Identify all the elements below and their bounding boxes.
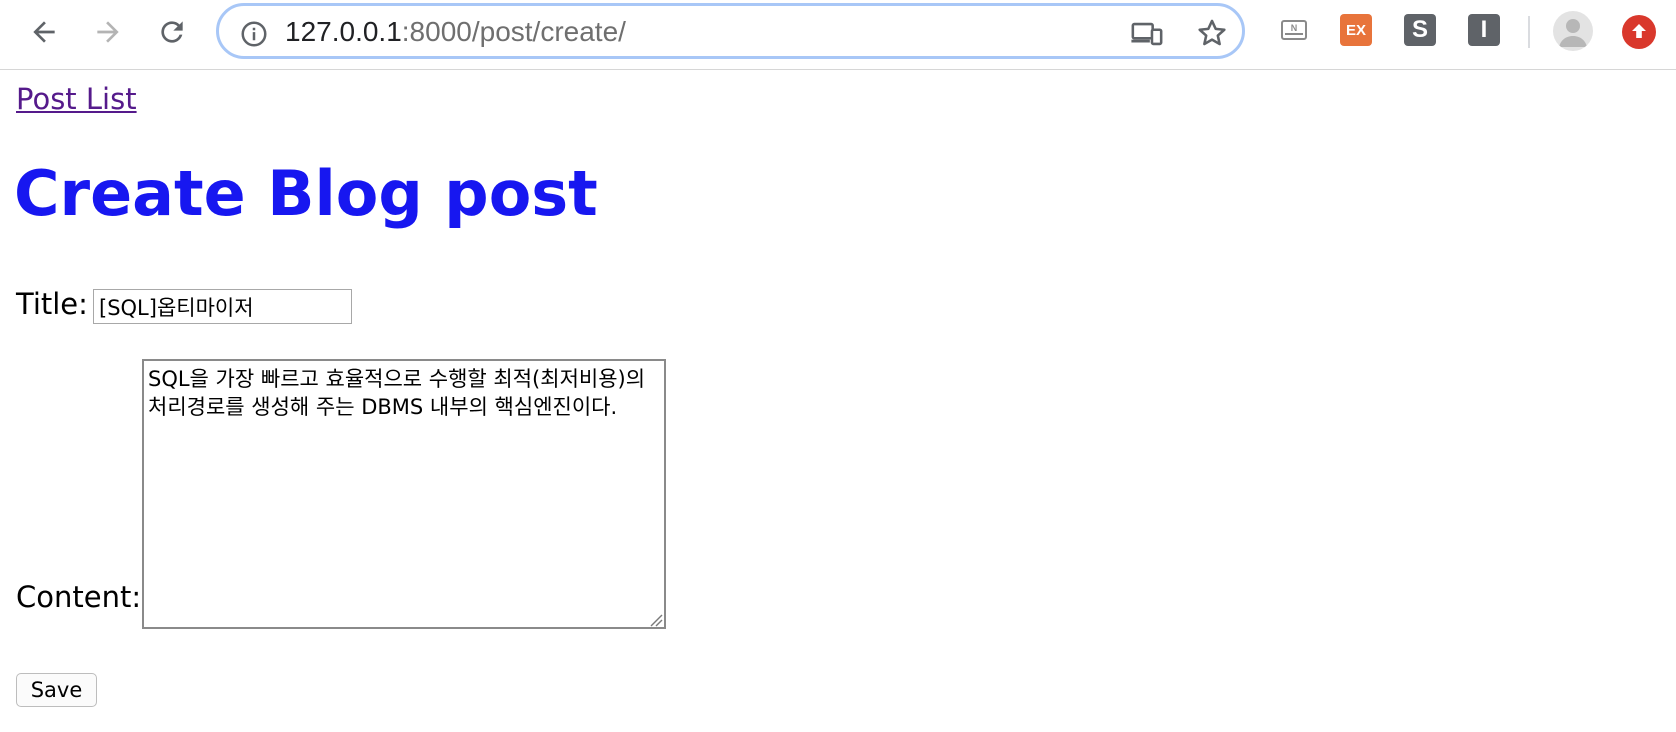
svg-text:N: N	[1291, 23, 1298, 33]
title-input[interactable]	[93, 289, 352, 324]
naver-extension-button[interactable]: N	[1278, 14, 1310, 46]
ex-extension-icon: EX	[1340, 14, 1372, 46]
save-button[interactable]: Save	[16, 673, 97, 707]
url-host: 127.0.0.1	[285, 16, 402, 47]
forward-button[interactable]	[86, 10, 130, 54]
naver-extension-icon: N	[1281, 20, 1307, 40]
post-list-link[interactable]: Post List	[16, 82, 137, 116]
url-text[interactable]: 127.0.0.1:8000/post/create/	[285, 15, 626, 49]
browser-toolbar: 127.0.0.1:8000/post/create/ N EX S I	[0, 0, 1676, 70]
page-title: Create Blog post	[14, 157, 598, 230]
info-icon[interactable]	[239, 19, 269, 49]
bookmark-star-icon[interactable]	[1195, 16, 1229, 50]
ex-extension-button[interactable]: EX	[1340, 14, 1372, 46]
reload-icon	[161, 21, 183, 43]
arrow-up-icon	[1632, 24, 1646, 38]
resize-grip-icon[interactable]	[647, 611, 663, 627]
person-icon	[1559, 19, 1587, 47]
content-label: Content:	[16, 580, 142, 614]
toolbar-divider	[1528, 16, 1530, 48]
page-content: Post List Create Blog post Title: Conten…	[0, 70, 1676, 732]
arrow-left-icon	[33, 21, 55, 43]
title-label: Title:	[16, 287, 88, 321]
update-button[interactable]	[1622, 15, 1656, 49]
profile-avatar[interactable]	[1553, 11, 1593, 51]
devices-icon[interactable]	[1130, 17, 1164, 51]
url-path: :8000/post/create/	[401, 16, 626, 47]
content-textarea[interactable]: SQL을 가장 빠르고 효율적으로 수행할 최적(최저비용)의 처리경로를 생성…	[142, 359, 666, 629]
address-bar[interactable]: 127.0.0.1:8000/post/create/	[216, 3, 1245, 59]
i-extension-icon: I	[1468, 14, 1500, 46]
i-extension-button[interactable]: I	[1468, 14, 1500, 46]
back-button[interactable]	[22, 10, 66, 54]
arrow-right-icon	[97, 21, 119, 43]
s-extension-button[interactable]: S	[1404, 14, 1436, 46]
reload-button[interactable]	[150, 10, 194, 54]
s-extension-icon: S	[1404, 14, 1436, 46]
